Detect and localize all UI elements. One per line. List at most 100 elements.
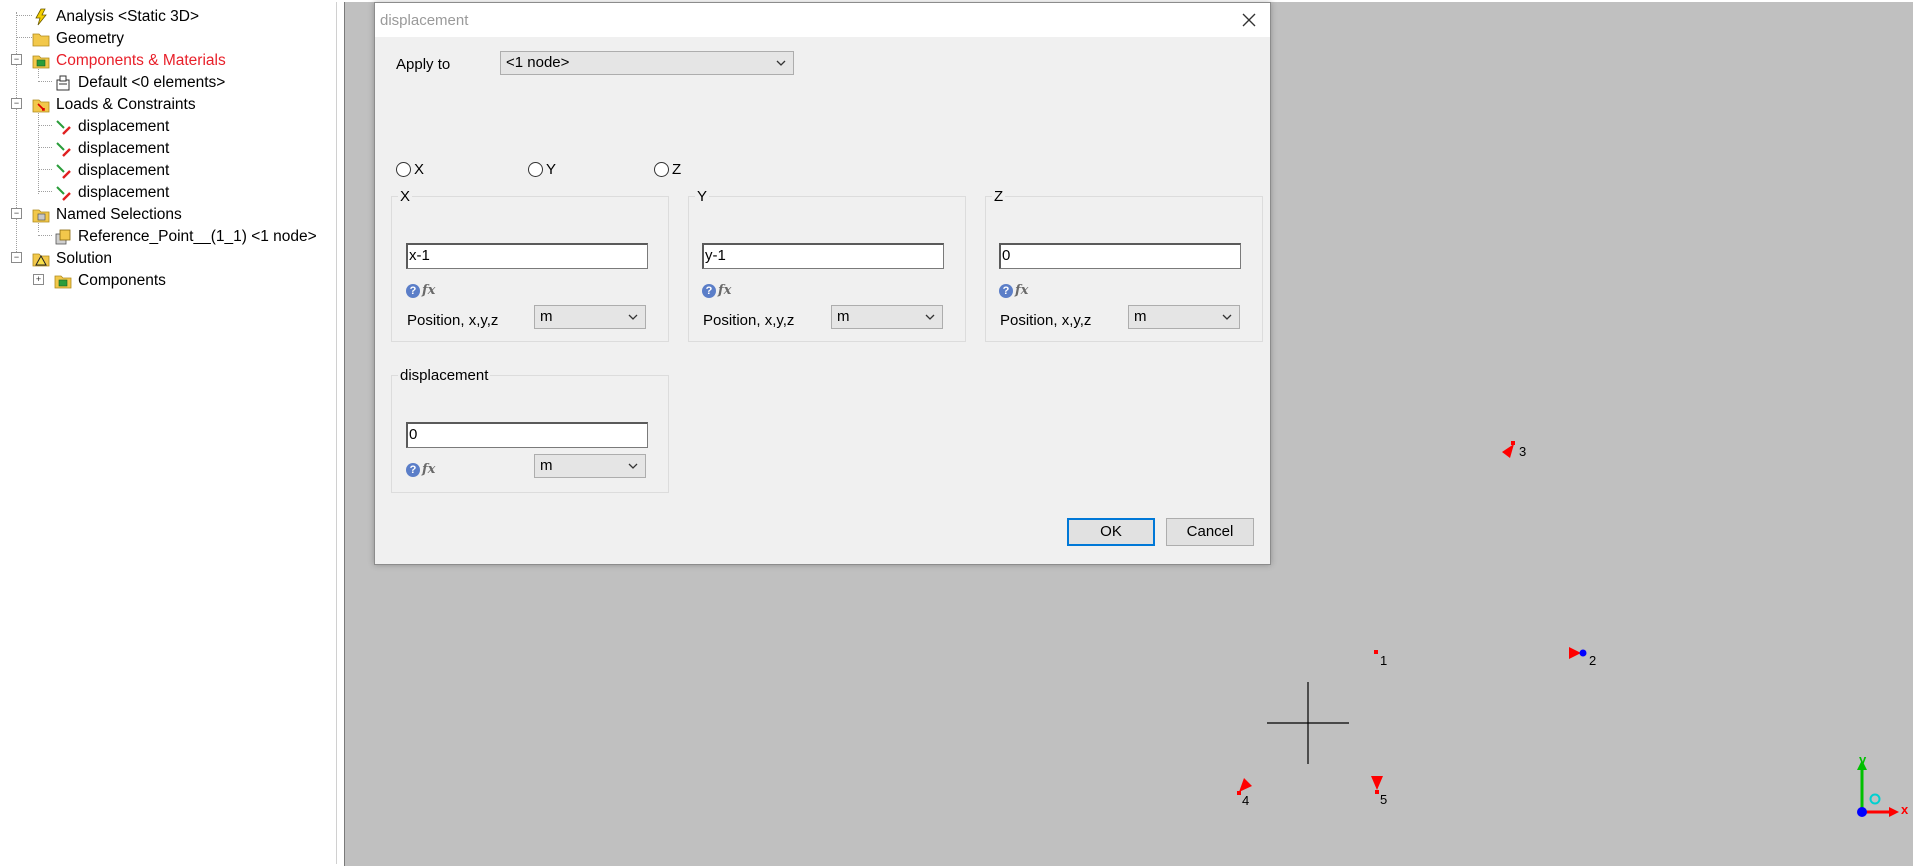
fx-icon[interactable]: fx <box>718 283 731 298</box>
tree-item-reference-point[interactable]: Reference_Point__(1_1) <1 node> <box>54 226 317 248</box>
unit-value: m <box>540 308 553 325</box>
y-unit-select[interactable]: m <box>831 305 943 329</box>
tree-connector <box>38 110 39 194</box>
expander-loads-constraints[interactable]: − <box>11 98 22 109</box>
tree-item-geometry[interactable]: Geometry <box>32 28 124 50</box>
tree-connector <box>38 147 52 148</box>
apply-to-label: Apply to <box>396 56 451 73</box>
radio-circle[interactable] <box>654 162 669 177</box>
axis-y-label: y <box>1859 752 1867 767</box>
radio-x[interactable]: X <box>396 161 424 178</box>
expander-components-materials[interactable]: − <box>11 54 22 65</box>
dialog-titlebar[interactable]: displacement <box>375 3 1270 37</box>
displacement-unit-select[interactable]: m <box>534 454 646 478</box>
close-icon[interactable] <box>1238 9 1260 31</box>
fx-icon[interactable]: fx <box>422 283 435 298</box>
tree-item-label: displacement <box>78 140 170 157</box>
dialog-title: displacement <box>380 12 469 29</box>
chevron-down-icon <box>1222 314 1232 320</box>
help-icon[interactable]: ? <box>406 462 420 477</box>
tree-item-displacement-3[interactable]: displacement <box>54 160 169 182</box>
chevron-down-icon <box>925 314 935 320</box>
fx-icon[interactable]: fx <box>422 462 435 477</box>
named-selections-icon <box>32 209 50 223</box>
group-y: Y y-1 ? fx Position, x,y,z m <box>688 188 966 342</box>
crosshair-icon <box>1267 682 1349 764</box>
radio-circle[interactable] <box>396 162 411 177</box>
constraint-arrow-icon[interactable] <box>1569 646 1587 660</box>
x-unit-select[interactable]: m <box>534 305 646 329</box>
cancel-button[interactable]: Cancel <box>1166 518 1254 546</box>
help-icon[interactable]: ? <box>702 283 716 298</box>
tree-item-displacement-2[interactable]: displacement <box>54 138 169 160</box>
folder-icon <box>32 33 50 47</box>
node-label: 4 <box>1242 793 1250 808</box>
tree-item-solution[interactable]: Solution <box>32 248 112 270</box>
z-unit-select[interactable]: m <box>1128 305 1240 329</box>
apply-to-select[interactable]: <1 node> <box>500 51 794 75</box>
group-y-title: Y <box>695 188 710 205</box>
axis-x-label: x <box>1901 802 1909 817</box>
tree-item-named-selections[interactable]: Named Selections <box>32 204 182 226</box>
node-label: 5 <box>1380 792 1388 807</box>
unit-value: m <box>540 457 553 474</box>
help-icon[interactable]: ? <box>406 283 420 298</box>
help-fx-icons: ? fx <box>999 283 1028 298</box>
displacement-icon <box>56 142 71 157</box>
tree-item-label: Loads & Constraints <box>56 96 196 113</box>
tree-item-default-material[interactable]: Default <0 elements> <box>54 72 225 94</box>
loads-folder-icon <box>32 99 50 113</box>
tree-item-displacement-4[interactable]: displacement <box>54 182 169 204</box>
tree-item-label: Components & Materials <box>56 52 226 69</box>
displacement-value-field[interactable]: 0 <box>406 422 648 448</box>
lightning-icon <box>35 8 47 26</box>
model-tree: − − − − + Analysis <Static 3D> Geometry … <box>2 2 337 864</box>
displacement-icon <box>56 186 71 201</box>
tree-item-loads-constraints[interactable]: Loads & Constraints <box>32 94 196 116</box>
tree-item-components-materials[interactable]: Components & Materials <box>32 50 226 72</box>
node-marker[interactable] <box>1374 650 1378 654</box>
radio-y[interactable]: Y <box>528 161 556 178</box>
tree-item-label: Solution <box>56 250 113 267</box>
selection-icon <box>55 229 71 245</box>
expander-solution-components[interactable]: + <box>33 274 44 285</box>
tree-connector <box>38 191 52 192</box>
tree-connector <box>38 81 52 82</box>
help-fx-icons: ? fx <box>406 462 435 477</box>
tree-item-analysis[interactable]: Analysis <Static 3D> <box>32 6 199 28</box>
radio-circle[interactable] <box>528 162 543 177</box>
chevron-down-icon <box>776 60 786 66</box>
help-icon[interactable]: ? <box>999 283 1013 298</box>
tree-connector <box>38 169 52 170</box>
radio-z[interactable]: Z <box>654 161 681 178</box>
tree-connector <box>16 15 32 16</box>
chevron-down-icon <box>628 314 638 320</box>
tree-item-label: Analysis <Static 3D> <box>56 8 200 25</box>
position-label: Position, x,y,z <box>1000 312 1092 329</box>
y-expression-field[interactable]: y-1 <box>702 243 944 269</box>
tree-item-label: Default <0 elements> <box>78 74 226 91</box>
solution-icon <box>32 253 50 267</box>
node-label: 2 <box>1589 653 1597 668</box>
fx-icon[interactable]: fx <box>1015 283 1028 298</box>
z-expression-field[interactable]: 0 <box>999 243 1241 269</box>
x-expression-field[interactable]: x-1 <box>406 243 648 269</box>
group-displacement: displacement 0 ? fx m <box>391 367 669 493</box>
radio-label: Y <box>546 161 557 178</box>
ok-button[interactable]: OK <box>1067 518 1155 546</box>
tree-connector <box>38 235 52 236</box>
expander-named-selections[interactable]: − <box>11 208 22 219</box>
tree-item-solution-components[interactable]: Components <box>54 270 166 292</box>
tree-item-displacement-1[interactable]: displacement <box>54 116 169 138</box>
expander-solution[interactable]: − <box>11 252 22 263</box>
tree-connector <box>16 37 32 38</box>
tree-item-label: displacement <box>78 162 170 179</box>
components-icon <box>54 275 72 289</box>
constraint-arrow-icon[interactable] <box>1500 440 1518 460</box>
apply-to-value: <1 node> <box>506 54 570 71</box>
tree-item-label: displacement <box>78 184 170 201</box>
node-label: 1 <box>1380 653 1388 668</box>
tree-item-label: Named Selections <box>56 206 182 223</box>
position-label: Position, x,y,z <box>407 312 499 329</box>
node-label: 3 <box>1519 444 1527 459</box>
